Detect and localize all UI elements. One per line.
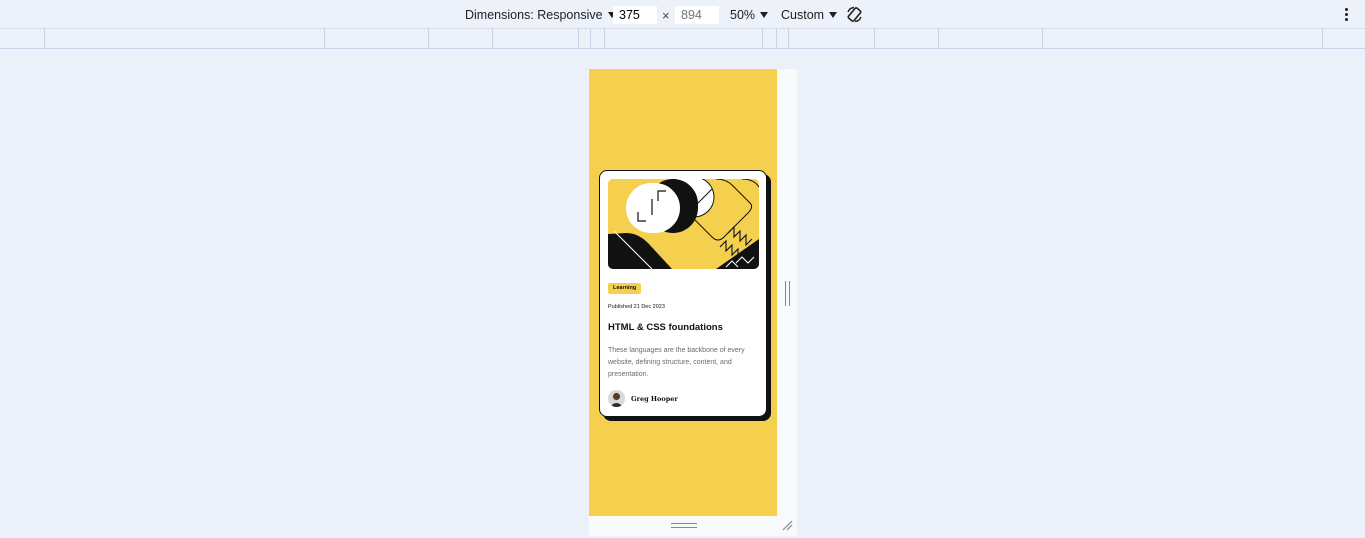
rotate-icon (847, 6, 862, 23)
avatar-image (608, 390, 625, 407)
throttle-label: Custom (781, 7, 825, 22)
zoom-label: 50% (730, 7, 756, 22)
emulated-viewport: Learning Published 21 Dec 2023 HTML & CS… (589, 69, 777, 516)
vertical-grip-icon[interactable] (785, 281, 790, 306)
author-row: Greg Hooper (608, 390, 678, 407)
published-date: Published 21 Dec 2023 (608, 304, 665, 310)
device-toolbar: Dimensions: Responsive × 50% Custom (0, 0, 1365, 29)
avatar (608, 390, 625, 407)
kebab-menu-icon[interactable] (1345, 8, 1348, 21)
rotate-button[interactable] (845, 0, 864, 29)
card-title[interactable]: HTML & CSS foundations (608, 322, 723, 333)
horizontal-grip-icon[interactable] (671, 523, 697, 528)
caret-down-icon (760, 11, 769, 18)
height-input[interactable] (675, 6, 719, 24)
blog-preview-card[interactable]: Learning Published 21 Dec 2023 HTML & CS… (599, 170, 767, 417)
zoom-dropdown[interactable]: 50% (730, 0, 769, 29)
dimensions-label: Dimensions: Responsive (465, 7, 603, 22)
category-badge: Learning (608, 283, 642, 294)
card-description: These languages are the backbone of ever… (608, 347, 745, 378)
throttle-dropdown[interactable]: Custom (781, 0, 838, 29)
media-query-ruler[interactable] (0, 29, 1365, 49)
author-name: Greg Hooper (631, 394, 678, 403)
width-input[interactable] (613, 6, 657, 24)
corner-resize-icon[interactable] (781, 519, 793, 531)
dimensions-dropdown[interactable]: Dimensions: Responsive (465, 0, 616, 29)
times-separator: × (662, 8, 670, 23)
card-illustration (608, 179, 759, 269)
caret-down-icon (829, 11, 838, 18)
illustration-image (608, 179, 759, 269)
